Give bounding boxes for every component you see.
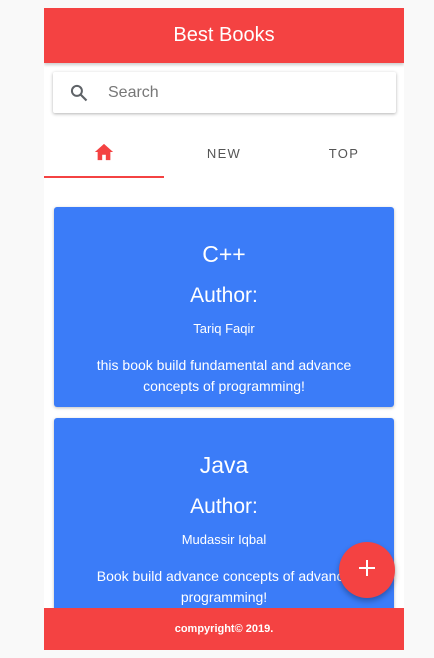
- tab-new[interactable]: NEW: [164, 128, 284, 178]
- app-toolbar: Best Books: [44, 8, 404, 63]
- tab-top[interactable]: TOP: [284, 128, 404, 178]
- footer-text: compyright© 2019.: [174, 623, 274, 635]
- tab-top-label: TOP: [328, 145, 360, 161]
- book-author: Mudassir Iqbal: [181, 532, 267, 547]
- book-card[interactable]: C++ Author: Tariq Faqir this book build …: [54, 207, 394, 407]
- author-label: Author:: [190, 495, 258, 518]
- book-title: Java: [199, 452, 249, 478]
- search-bar: [53, 72, 396, 113]
- home-icon: [93, 142, 115, 165]
- book-description: this book build fundamental and advance …: [96, 357, 352, 394]
- search-icon: [69, 83, 89, 103]
- app-title: Best Books: [173, 24, 275, 46]
- add-book-button[interactable]: [339, 542, 395, 598]
- plus-icon: [357, 558, 377, 583]
- tab-home[interactable]: [44, 128, 164, 178]
- book-title: C++: [202, 241, 246, 267]
- footer: compyright© 2019.: [44, 608, 404, 650]
- search-input[interactable]: [108, 83, 368, 102]
- author-label: Author:: [190, 284, 258, 307]
- book-description: Book build advance concepts of advance p…: [96, 568, 352, 605]
- tab-new-label: NEW: [206, 145, 242, 161]
- tab-bar: NEW TOP: [44, 128, 404, 178]
- book-card[interactable]: Java Author: Mudassir Iqbal Book build a…: [54, 418, 394, 618]
- book-author: Tariq Faqir: [193, 321, 255, 336]
